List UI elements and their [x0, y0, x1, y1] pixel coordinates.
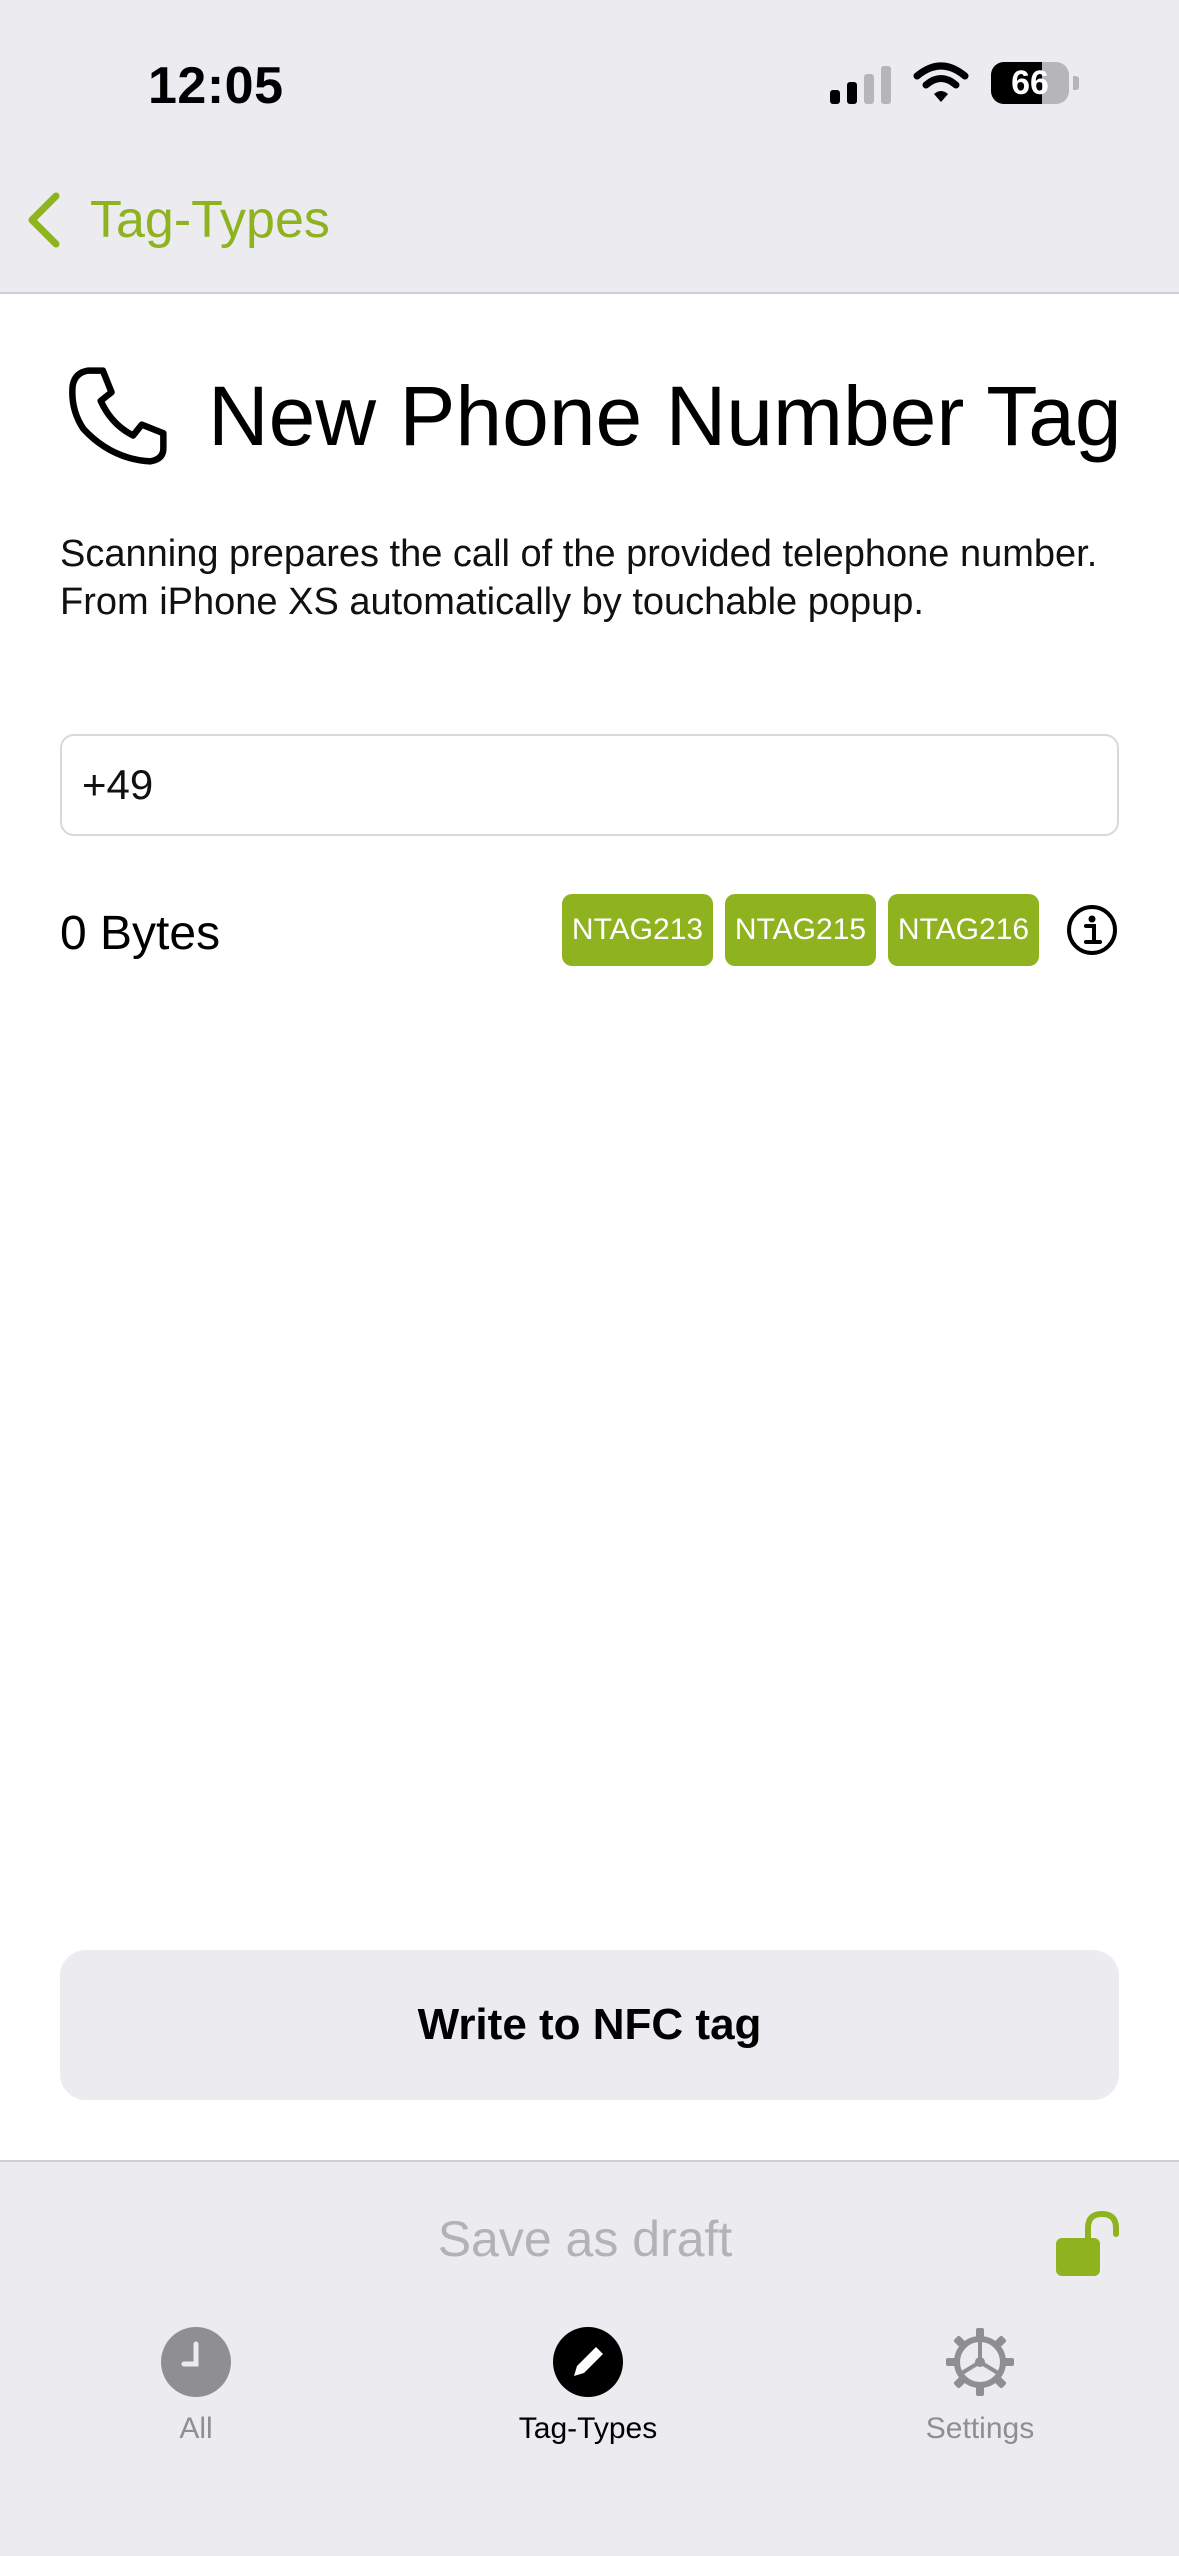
battery-level: 66 [1011, 63, 1049, 102]
unlock-icon[interactable] [1052, 2208, 1124, 2280]
back-label: Tag-Types [90, 191, 330, 249]
tag-chip-ntag216: NTAG216 [888, 894, 1039, 966]
status-indicators: 66 [830, 62, 1079, 104]
tab-tag-types[interactable]: Tag-Types [438, 2326, 738, 2446]
wifi-icon [913, 62, 969, 102]
gear-icon [946, 2328, 1014, 2396]
chevron-left-icon [28, 192, 60, 248]
phone-number-input[interactable] [60, 734, 1119, 836]
battery-icon: 66 [991, 62, 1069, 104]
status-time: 12:05 [148, 57, 284, 115]
clock-icon [161, 2327, 231, 2397]
tag-size-row: 0 Bytes NTAG213 NTAG215 NTAG216 [60, 894, 1119, 968]
header: 12:05 66 Tag-Types [0, 0, 1179, 294]
tab-settings[interactable]: Settings [830, 2326, 1130, 2446]
pencil-icon [553, 2327, 623, 2397]
bottom-bar: Save as draft All Tag-Types Settings [0, 2160, 1179, 2556]
tab-label-settings: Settings [925, 2412, 1035, 2445]
tag-description: Scanning prepares the call of the provid… [60, 533, 1098, 623]
tab-all[interactable]: All [46, 2326, 346, 2446]
battery-tip [1073, 76, 1079, 90]
tab-bar: All Tag-Types Settings [0, 2326, 1179, 2476]
save-draft-button[interactable]: Save as draft [0, 2210, 1170, 2268]
cellular-signal-icon [830, 62, 891, 104]
back-button[interactable]: Tag-Types [24, 190, 330, 250]
bytes-count: 0 Bytes [60, 907, 221, 960]
tag-chip-ntag213: NTAG213 [562, 894, 713, 966]
tag-chip-ntag215: NTAG215 [725, 894, 876, 966]
tab-label-tag-types: Tag-Types [518, 2412, 658, 2445]
compatible-tags: NTAG213 NTAG215 NTAG216 [562, 894, 1119, 966]
write-nfc-button[interactable]: Write to NFC tag [60, 1950, 1119, 2100]
page-title: New Phone Number Tag [208, 368, 1122, 463]
title-row: New Phone Number Tag [64, 362, 1122, 470]
phone-icon [69, 367, 167, 465]
info-icon[interactable] [1065, 903, 1119, 957]
screen: 12:05 66 Tag-Types New Phone Number Tag … [0, 0, 1179, 2556]
tab-label-all: All [179, 2412, 213, 2445]
